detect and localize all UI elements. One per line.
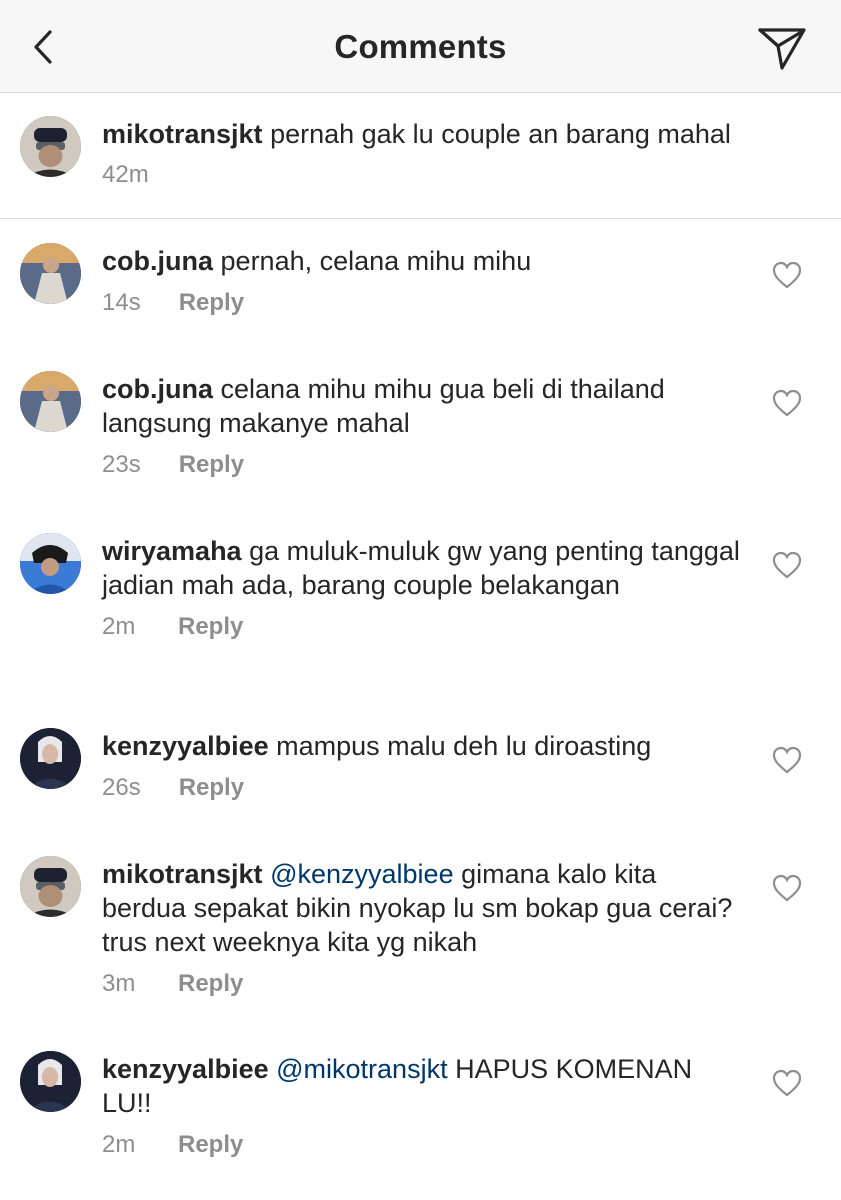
- heart-icon[interactable]: [772, 1069, 802, 1097]
- comment-time: 14s: [102, 289, 141, 316]
- comment-time: 23s: [102, 451, 141, 478]
- comment-text: wiryamaha ga muluk-muluk gw yang penting…: [102, 534, 742, 602]
- avatar-image: [20, 533, 81, 594]
- reply-button[interactable]: Reply: [178, 1131, 243, 1158]
- avatar[interactable]: [20, 1051, 81, 1112]
- paper-plane-icon: [758, 28, 806, 70]
- avatar[interactable]: [20, 243, 81, 304]
- comment-time: 2m: [102, 1131, 136, 1158]
- comment-text: kenzyyalbiee @mikotransjkt HAPUS KOMENAN…: [102, 1052, 742, 1120]
- comment-username[interactable]: kenzyyalbiee: [102, 1054, 269, 1084]
- comment-time: 2m: [102, 613, 136, 640]
- caption-time: 42m: [102, 161, 149, 188]
- avatar-image: [20, 116, 81, 177]
- reply-button[interactable]: Reply: [179, 774, 244, 801]
- avatar[interactable]: [20, 116, 81, 177]
- comment-username[interactable]: mikotransjkt: [102, 859, 263, 889]
- avatar[interactable]: [20, 856, 81, 917]
- avatar[interactable]: [20, 533, 81, 594]
- caption-text: mikotransjkt pernah gak lu couple an bar…: [102, 117, 742, 151]
- caption-username[interactable]: mikotransjkt: [102, 119, 263, 149]
- heart-icon[interactable]: [772, 874, 802, 902]
- avatar-image: [20, 728, 81, 789]
- comment-username[interactable]: wiryamaha: [102, 536, 242, 566]
- heart-icon[interactable]: [772, 551, 802, 579]
- avatar-image: [20, 243, 81, 304]
- mention-link[interactable]: @mikotransjkt: [276, 1054, 447, 1084]
- comment-text: mikotransjkt @kenzyyalbiee gimana kalo k…: [102, 857, 742, 959]
- reply-button[interactable]: Reply: [179, 451, 244, 478]
- comment-username[interactable]: kenzyyalbiee: [102, 731, 269, 761]
- comment-text: cob.juna pernah, celana mihu mihu: [102, 244, 742, 278]
- share-button[interactable]: [756, 24, 808, 72]
- comments-header: Comments: [0, 0, 841, 93]
- page-title: Comments: [334, 28, 507, 65]
- comment-text: kenzyyalbiee mampus malu deh lu diroasti…: [102, 729, 742, 763]
- mention-link[interactable]: @kenzyyalbiee: [270, 859, 454, 889]
- comment-text: cob.juna celana mihu mihu gua beli di th…: [102, 372, 742, 440]
- post-caption: mikotransjkt pernah gak lu couple an bar…: [0, 93, 841, 219]
- caption-body: pernah gak lu couple an barang mahal: [270, 119, 731, 149]
- comment-body: pernah, celana mihu mihu: [220, 246, 532, 276]
- avatar-image: [20, 1051, 81, 1112]
- comment-time: 26s: [102, 774, 141, 801]
- comment-body: mampus malu deh lu diroasting: [276, 731, 652, 761]
- avatar-image: [20, 371, 81, 432]
- comment-username[interactable]: cob.juna: [102, 374, 213, 404]
- avatar-image: [20, 856, 81, 917]
- heart-icon[interactable]: [772, 389, 802, 417]
- reply-button[interactable]: Reply: [178, 970, 243, 997]
- reply-button[interactable]: Reply: [178, 613, 243, 640]
- reply-button[interactable]: Reply: [179, 289, 244, 316]
- heart-icon[interactable]: [772, 261, 802, 289]
- avatar[interactable]: [20, 728, 81, 789]
- avatar[interactable]: [20, 371, 81, 432]
- comment-username[interactable]: cob.juna: [102, 246, 213, 276]
- comment-time: 3m: [102, 970, 136, 997]
- heart-icon[interactable]: [772, 746, 802, 774]
